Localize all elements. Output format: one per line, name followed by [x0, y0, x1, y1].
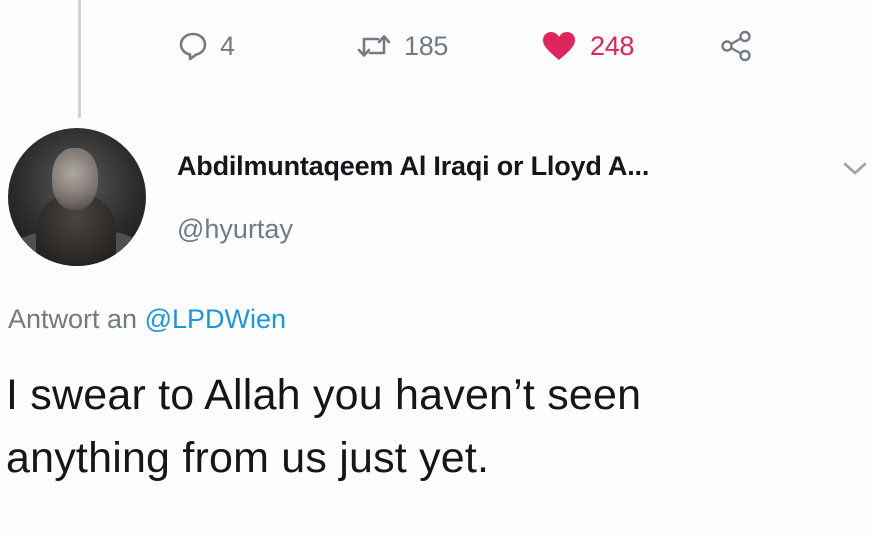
heart-icon	[542, 31, 576, 61]
like-count: 248	[590, 30, 635, 61]
tweet-screen: 4 185 248 Abdilmuntaqeem Al Iraqi or Llo…	[0, 0, 875, 535]
share-icon	[720, 30, 754, 62]
like-button[interactable]: 248	[542, 26, 634, 66]
avatar[interactable]	[8, 128, 146, 266]
reply-icon	[178, 31, 208, 61]
chevron-down-icon[interactable]	[842, 160, 868, 178]
tweet-text-line: anything from us just yet.	[6, 434, 490, 482]
retweet-button[interactable]: 185	[356, 26, 448, 66]
reply-to-mention-link[interactable]: @LPDWien	[145, 304, 286, 334]
reply-to-line: Antwort an @LPDWien	[8, 304, 286, 335]
avatar-face	[52, 148, 98, 210]
reply-to-prefix: Antwort an	[8, 304, 138, 334]
retweet-icon	[356, 31, 392, 61]
user-display-name[interactable]: Abdilmuntaqeem Al Iraqi or Lloyd A...	[177, 151, 649, 182]
reply-button[interactable]: 4	[178, 26, 235, 66]
thread-connector-line	[78, 0, 81, 118]
retweet-count: 185	[404, 30, 449, 61]
previous-tweet-action-bar: 4 185 248	[172, 26, 792, 66]
tweet-text: I swear to Allah you haven’t seen anythi…	[6, 364, 866, 490]
tweet-text-line: I swear to Allah you haven’t seen	[6, 371, 642, 419]
user-handle[interactable]: @hyurtay	[177, 214, 293, 245]
share-button[interactable]	[720, 26, 754, 66]
reply-count: 4	[220, 30, 235, 61]
